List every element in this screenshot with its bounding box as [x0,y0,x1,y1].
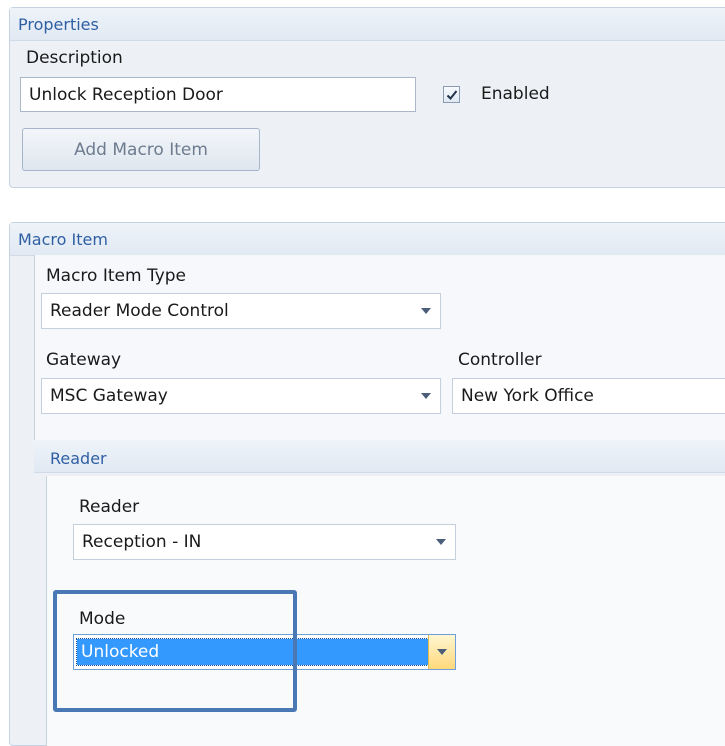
add-macro-item-button[interactable]: Add Macro Item [22,128,260,171]
properties-title: Properties [18,15,99,34]
macro-item-header [10,223,725,256]
description-field[interactable]: Unlock Reception Door [20,77,416,112]
reader-dropdown[interactable]: Reception - IN [73,524,456,560]
reader-group-header [34,440,725,473]
controller-label: Controller [458,350,542,370]
properties-header [10,8,725,41]
controller-value: New York Office [461,386,594,406]
gateway-dropdown[interactable]: MSC Gateway [41,378,441,414]
macro-item-type-label: Macro Item Type [46,266,187,286]
chevron-down-icon[interactable] [412,294,440,328]
chevron-down-icon[interactable] [428,635,455,669]
description-label: Description [26,48,123,68]
macro-item-title: Macro Item [18,230,108,249]
chevron-down-icon[interactable] [412,379,440,413]
reader-group-title: Reader [50,449,107,468]
reader-value: Reception - IN [82,532,202,552]
enabled-label: Enabled [481,84,550,104]
mode-highlight-box [53,590,297,712]
macro-item-type-value: Reader Mode Control [50,301,229,321]
checkmark-icon [446,89,457,100]
gateway-value: MSC Gateway [50,386,168,406]
description-value: Unlock Reception Door [29,84,223,105]
gateway-label: Gateway [46,350,122,370]
chevron-down-icon[interactable] [427,525,455,559]
macro-item-type-dropdown[interactable]: Reader Mode Control [41,293,441,329]
add-macro-item-label: Add Macro Item [74,139,208,160]
controller-dropdown[interactable]: New York Office [452,378,725,414]
enabled-checkbox[interactable] [443,86,460,103]
reader-label: Reader [79,497,140,517]
